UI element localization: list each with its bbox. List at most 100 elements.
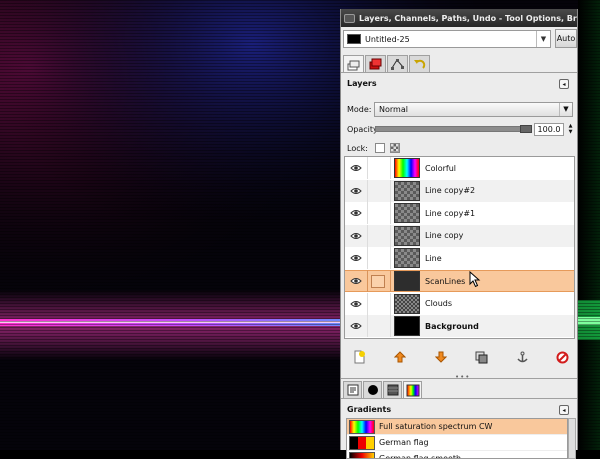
image-selector[interactable]: Untitled-25 ▼ (343, 30, 551, 48)
layer-row[interactable]: Clouds (345, 293, 574, 315)
delete-layer-icon (556, 351, 569, 364)
tab-layers[interactable] (343, 55, 364, 73)
gradient-item[interactable]: German flag smooth (347, 451, 567, 459)
layer-thumbnail (394, 316, 420, 336)
chain-toggle[interactable] (367, 180, 391, 202)
layer-row[interactable]: ScanLines (345, 270, 574, 292)
lock-alpha-checkbox[interactable] (390, 143, 400, 153)
layer-row[interactable]: Line copy#2 (345, 180, 574, 202)
panel-divider (341, 378, 577, 379)
mode-select[interactable]: Normal ▼ (374, 102, 573, 117)
tab-tool-options[interactable] (343, 381, 362, 398)
layer-row[interactable]: Line copy#1 (345, 202, 574, 224)
window-menu-icon[interactable] (344, 14, 355, 23)
channels-icon (369, 58, 382, 70)
visibility-toggle[interactable] (345, 157, 367, 179)
lower-dock-tabs (343, 381, 423, 398)
layer-name[interactable]: Colorful (425, 164, 456, 173)
spin-down-icon[interactable]: ▼ (566, 129, 575, 135)
layer-thumbnail (394, 203, 420, 223)
layer-name[interactable]: Clouds (425, 299, 452, 308)
chevron-down-icon[interactable]: ▼ (536, 31, 550, 47)
visibility-toggle[interactable] (345, 225, 367, 247)
window-title: Layers, Channels, Paths, Undo - Tool Opt… (359, 14, 577, 23)
tab-patterns[interactable] (383, 381, 402, 398)
layers-panel-title: Layers (347, 79, 377, 88)
opacity-slider[interactable] (375, 126, 532, 132)
window-titlebar[interactable]: Layers, Channels, Paths, Undo - Tool Opt… (341, 9, 577, 27)
visibility-toggle[interactable] (345, 270, 367, 292)
eye-icon (350, 322, 362, 330)
gradient-swatch (349, 452, 375, 459)
delete-layer-button[interactable] (555, 349, 571, 365)
eye-icon (350, 187, 362, 195)
layer-row[interactable]: Background (345, 315, 574, 337)
visibility-toggle[interactable] (345, 202, 367, 224)
tab-gradients[interactable] (403, 381, 422, 398)
visibility-toggle[interactable] (345, 247, 367, 269)
auto-button[interactable]: Auto (555, 29, 577, 48)
tab-divider (341, 72, 577, 73)
tool-options-icon (347, 384, 359, 396)
opacity-input[interactable]: 100.0 (534, 123, 564, 136)
layer-thumbnail (394, 226, 420, 246)
anchor-layer-button[interactable] (514, 349, 530, 365)
eye-icon (350, 164, 362, 172)
chain-toggle[interactable] (367, 202, 391, 224)
gradient-item[interactable]: German flag (347, 435, 567, 451)
visibility-toggle[interactable] (345, 293, 367, 315)
visibility-toggle[interactable] (345, 315, 367, 337)
visibility-toggle[interactable] (345, 180, 367, 202)
gradients-list[interactable]: Full saturation spectrum CW German flag Ge… (346, 418, 568, 459)
layer-thumbnail (394, 248, 420, 268)
panel-resize-grip[interactable]: ••• (455, 373, 470, 381)
layer-row[interactable]: Line copy (345, 225, 574, 247)
opacity-spinner[interactable]: ▲ ▼ (566, 123, 575, 136)
layer-thumbnail (394, 181, 420, 201)
layer-name[interactable]: Line copy#1 (425, 209, 475, 218)
chain-toggle[interactable] (367, 270, 391, 292)
chain-toggle[interactable] (367, 315, 391, 337)
layer-name[interactable]: Line copy (425, 231, 463, 240)
lower-layer-button[interactable] (433, 349, 449, 365)
tab-brushes[interactable] (363, 381, 382, 398)
layer-name[interactable]: ScanLines (425, 277, 465, 286)
gradients-panel-title: Gradients (347, 405, 391, 414)
duplicate-layer-button[interactable] (473, 349, 489, 365)
eye-icon (350, 209, 362, 217)
tab-channels[interactable] (365, 55, 386, 72)
layer-row[interactable]: Line (345, 247, 574, 269)
chain-box (371, 275, 385, 288)
new-layer-button[interactable] (351, 349, 367, 365)
gradient-name: German flag (379, 438, 429, 447)
pattern-icon (387, 384, 399, 396)
panel-menu-icon[interactable]: ◂ (559, 79, 569, 89)
tab-undo[interactable] (409, 55, 430, 72)
chain-toggle[interactable] (367, 247, 391, 269)
gradient-item[interactable]: Full saturation spectrum CW (347, 419, 567, 435)
layer-row[interactable]: Colorful (345, 157, 574, 179)
lock-label: Lock: (347, 144, 368, 153)
layers-list[interactable]: Colorful Line copy#2 Line copy#1 Line copy L… (344, 156, 575, 339)
chain-toggle[interactable] (367, 157, 391, 179)
lock-pixels-checkbox[interactable] (375, 143, 385, 153)
panel-menu-icon[interactable]: ◂ (559, 405, 569, 415)
layer-name[interactable]: Background (425, 322, 479, 331)
layer-thumbnail (394, 294, 420, 314)
paths-icon (391, 58, 404, 70)
gradients-scrollbar[interactable] (568, 418, 576, 459)
layers-icon (347, 59, 360, 71)
opacity-slider-handle[interactable] (520, 125, 532, 133)
image-thumbnail (347, 34, 361, 44)
chain-toggle[interactable] (367, 225, 391, 247)
layer-name[interactable]: Line copy#2 (425, 186, 475, 195)
mode-value: Normal (379, 105, 408, 114)
raise-layer-button[interactable] (392, 349, 408, 365)
chain-toggle[interactable] (367, 293, 391, 315)
layer-thumbnail (394, 158, 420, 178)
layer-name[interactable]: Line (425, 254, 442, 263)
dock-window: Layers, Channels, Paths, Undo - Tool Opt… (340, 9, 578, 450)
tab-paths[interactable] (387, 55, 408, 72)
lower-layer-icon (435, 351, 447, 363)
eye-icon (350, 277, 362, 285)
